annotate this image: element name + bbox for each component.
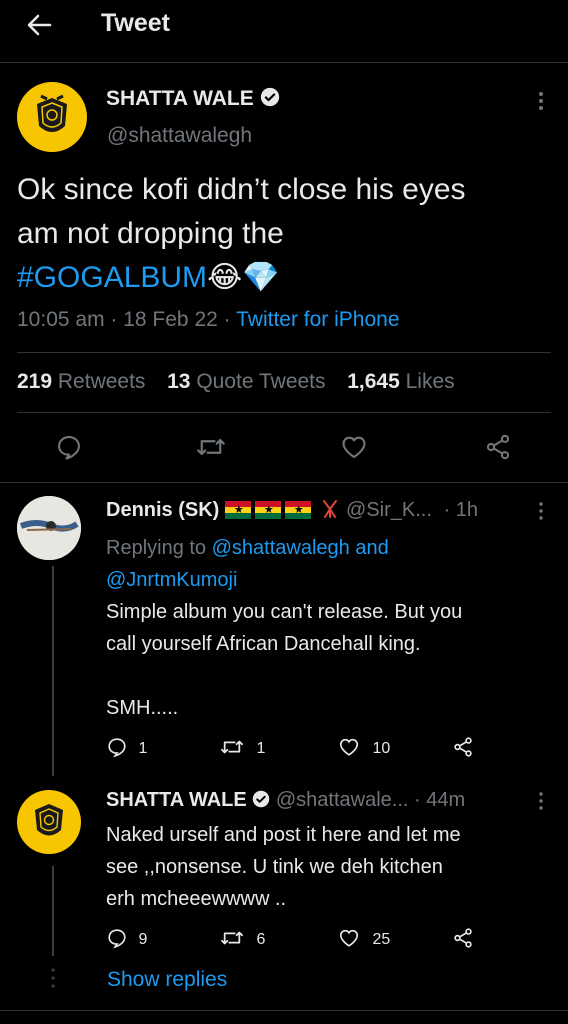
tweet-divider (0, 482, 568, 483)
reply1-handle[interactable]: @Sir_K... (346, 499, 432, 521)
replying-to: Replying to @shattawalegh and @JnrtmKumo… (106, 532, 546, 596)
tweet-source-link[interactable]: Twitter for iPhone (236, 308, 399, 331)
share-icon[interactable] (484, 433, 512, 461)
hashtag-link[interactable]: #GOGALBUM (17, 261, 207, 294)
author-name-row[interactable]: SHATTA WALE (106, 87, 280, 111)
reply2-reply-count: 9 (138, 931, 148, 948)
more-options-icon[interactable] (535, 500, 547, 522)
reply2-actions: 9 6 25 (106, 927, 546, 953)
replying-to-prefix: Replying to (106, 537, 207, 559)
retweet-icon[interactable] (196, 433, 226, 461)
reply2-author-name[interactable]: SHATTA WALE (106, 789, 247, 811)
quotes-label: Quote Tweets (196, 370, 326, 393)
reply2-handle[interactable]: @shattawale... (276, 789, 409, 811)
reply-icon (108, 929, 126, 949)
reply1-header: Dennis (SK) ★ ★ ★ @Sir_K... · 1h (106, 499, 478, 522)
retweets-count: 219 (17, 370, 53, 393)
verified-badge-icon (253, 790, 270, 808)
quotes-count: 13 (167, 370, 191, 393)
likes-count: 1,645 (347, 370, 400, 393)
reply-icon[interactable] (55, 433, 83, 461)
reply2-text-line-3: erh mcheeewwww .. (106, 888, 287, 910)
ghana-flag-icon: ★ (284, 501, 311, 519)
header-divider (0, 62, 568, 63)
reply2-retweet-count: 6 (256, 931, 266, 948)
reply1-retweet-count: 1 (256, 740, 266, 757)
show-replies-link[interactable]: Show replies (107, 968, 227, 992)
retweets-label: Retweets (57, 370, 146, 393)
more-options-icon[interactable] (533, 88, 549, 114)
avatar[interactable] (17, 790, 81, 854)
reply2-retweet-action[interactable]: 6 (220, 927, 265, 949)
tweet-meta: 10:05 am · 18 Feb 22 · Twitter for iPhon… (17, 308, 400, 331)
emojis: 😂💎 (207, 261, 280, 294)
stats-divider (17, 412, 551, 413)
profile-photo-icon (17, 496, 81, 560)
reply2-time: · 44m (414, 789, 466, 811)
reply1-reply-count: 1 (138, 740, 148, 757)
meta-divider (17, 352, 551, 353)
reply1-text-line-3: SMH..... (106, 697, 179, 719)
thread-line (52, 866, 54, 956)
avatar[interactable] (17, 496, 81, 560)
reply1-text-line-2: call yourself African Dancehall king. (106, 633, 421, 655)
tweet-text-line-3: #GOGALBUM😂💎 (17, 256, 557, 300)
share-icon[interactable] (452, 736, 474, 758)
engagement-stats: 219 Retweets 13 Quote Tweets 1,645 Likes (17, 370, 455, 394)
reply1-time: · 1h (443, 499, 478, 521)
reply2-header: SHATTA WALE @shattawale... · 44m (106, 789, 465, 812)
likes-label: Likes (405, 370, 455, 393)
likes-stat[interactable]: 1,645 Likes (347, 370, 454, 393)
reply1-like-count: 10 (372, 740, 391, 757)
like-heart-icon[interactable] (340, 433, 368, 461)
tweet-text-line-2: am not dropping the (17, 217, 284, 250)
reply1-actions: 1 1 10 (106, 736, 546, 762)
ghana-flag-icon: ★ (224, 501, 251, 519)
tweet-text-line-1: Ok since kofi didn’t close his eyes (17, 173, 466, 206)
retweet-icon (221, 740, 243, 754)
reply1-retweet-action[interactable]: 1 (220, 736, 265, 758)
page-title: Tweet (101, 9, 170, 37)
tweet-time: 10:05 am (17, 308, 105, 331)
like-heart-icon (339, 738, 359, 756)
reply2-text-line-1: Naked urself and post it here and let me (106, 824, 461, 846)
reply2-text-line-2: see ,,nonsense. U tink we deh kitchen (106, 856, 443, 878)
ghana-flag-icon: ★ (254, 501, 281, 519)
author-name: SHATTA WALE (106, 87, 254, 110)
reply1-reply-action[interactable]: 1 (106, 736, 147, 758)
tweet-date: 18 Feb 22 (123, 308, 218, 331)
reply1-text-line-1: Simple album you can't release. But you (106, 601, 463, 623)
verified-badge-icon (260, 87, 279, 107)
back-arrow-icon[interactable] (24, 10, 54, 40)
avatar[interactable] (17, 82, 87, 152)
reply1-author-name[interactable]: Dennis (SK) (106, 499, 219, 521)
more-options-icon[interactable] (535, 790, 547, 812)
share-icon[interactable] (452, 927, 474, 949)
thread-line (52, 566, 54, 776)
crest-logo-icon (35, 804, 63, 836)
reply2-text: Naked urself and post it here and let me… (106, 819, 556, 915)
reply2-like-count: 25 (372, 931, 391, 948)
replying-to-link[interactable]: @shattawalegh and (212, 537, 389, 559)
like-heart-icon (339, 929, 359, 947)
retweet-icon (221, 931, 243, 945)
reply1-like-action[interactable]: 10 (338, 736, 390, 758)
reply2-reply-action[interactable]: 9 (106, 927, 147, 949)
reply1-text: Simple album you can't release. But you … (106, 596, 556, 724)
ghana-flags: ★ ★ ★ (224, 499, 321, 521)
thread-dots (50, 966, 56, 995)
reply-icon (108, 738, 126, 758)
author-handle[interactable]: @shattawalegh (107, 124, 252, 148)
reply2-like-action[interactable]: 25 (338, 927, 390, 949)
crest-logo-icon (37, 94, 67, 132)
retweets-stat[interactable]: 219 Retweets (17, 370, 145, 393)
bottom-divider (0, 1010, 568, 1011)
cartwheel-emoji (320, 500, 340, 520)
quotes-stat[interactable]: 13 Quote Tweets (167, 370, 325, 393)
tweet-text: Ok since kofi didn’t close his eyes am n… (17, 168, 557, 300)
replying-to-link-2[interactable]: @JnrtmKumoji (106, 564, 546, 596)
